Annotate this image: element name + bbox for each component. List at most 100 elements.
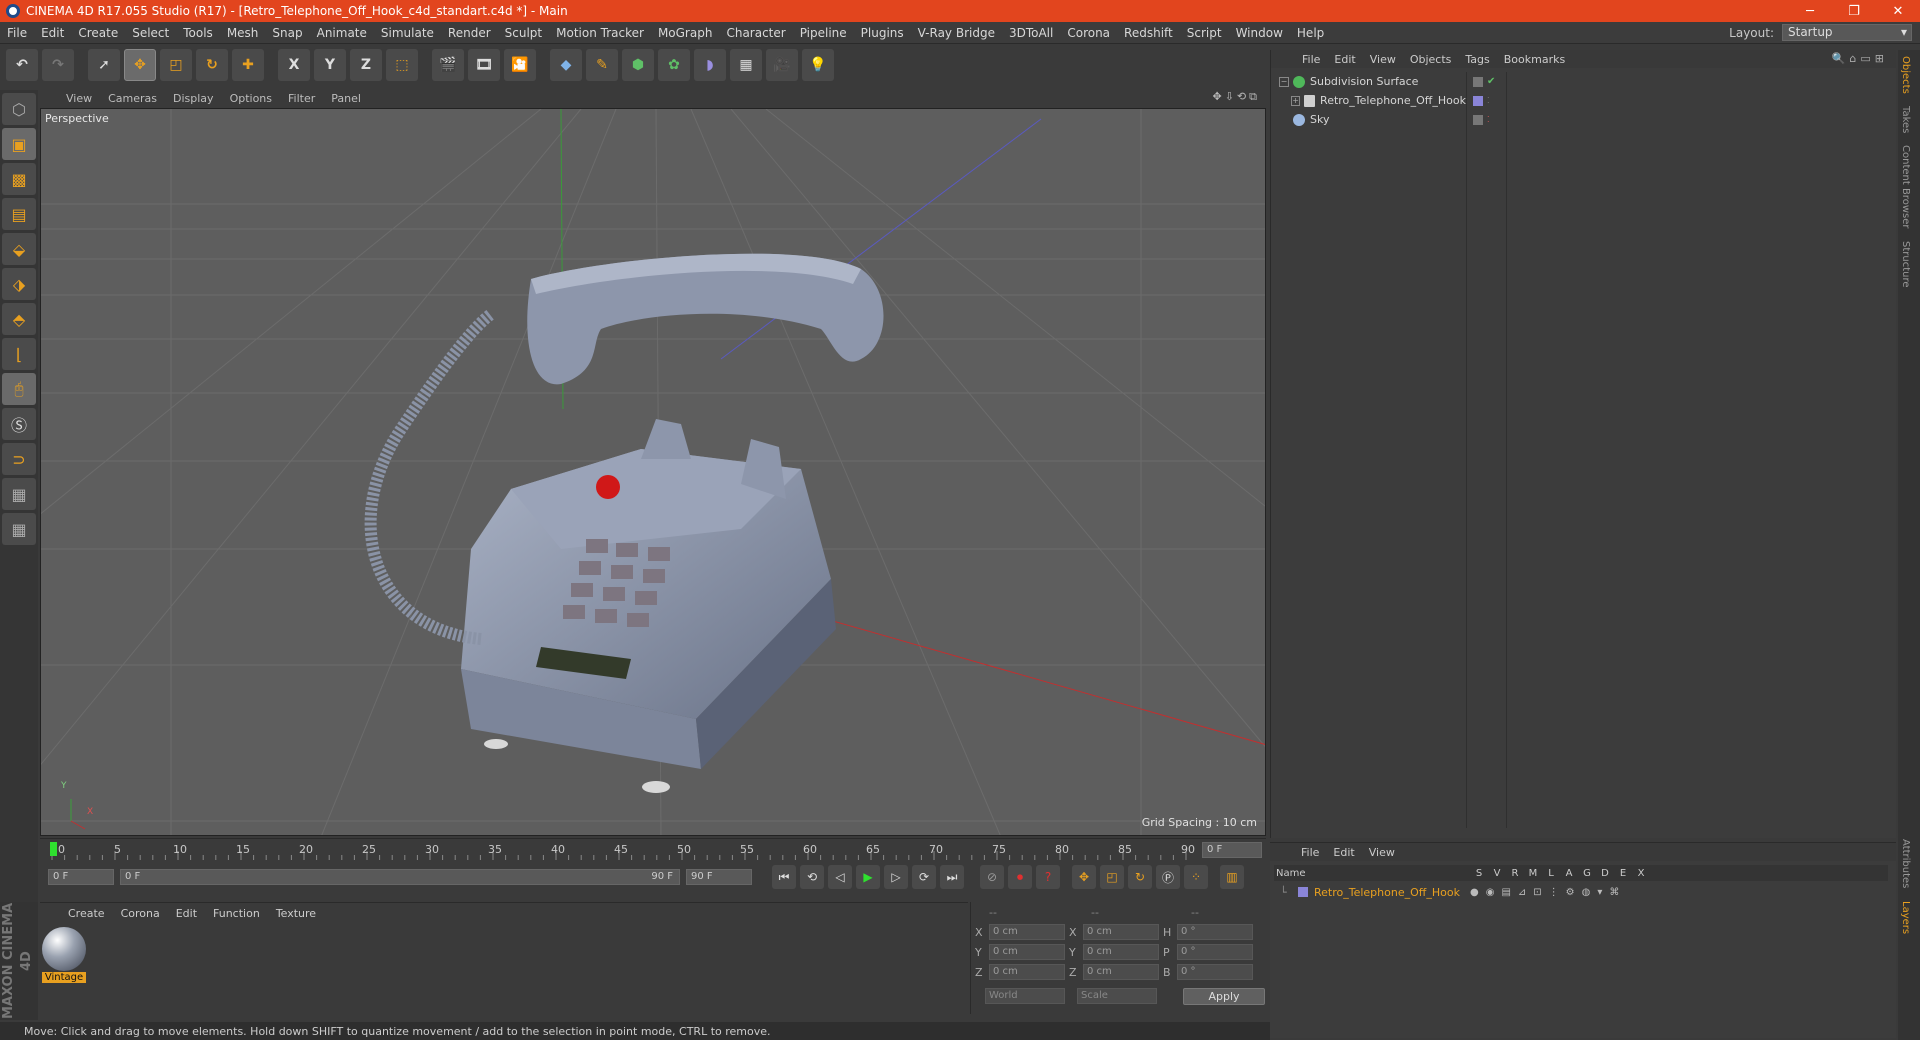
object-row-subdivision-surface[interactable]: − Subdivision Surface [1271,72,1466,91]
y-axis-lock-button[interactable]: Y [314,49,346,81]
rotation-p-field[interactable]: 0 ° [1177,944,1253,960]
move-tool-button[interactable]: ✥ [124,49,156,81]
add-cloner-button[interactable]: ✿ [658,49,690,81]
viewport-navigation-icons[interactable]: ✥⇩⟲⧉ [1212,90,1260,104]
go-to-start-button[interactable]: ⏮ [772,865,796,889]
current-frame-field[interactable]: 0 F [1202,842,1262,858]
menu-vray-bridge[interactable]: V-Ray Bridge [911,26,1002,40]
layer-col-view[interactable]: V [1488,868,1506,879]
tweak-mode-button[interactable]: 🖰 [2,373,36,405]
menu-animate[interactable]: Animate [310,26,374,40]
make-editable-button[interactable]: ⬡ [2,93,36,125]
rotation-b-field[interactable]: 0 ° [1177,964,1253,980]
material-swatch-vintage[interactable]: Vintage [42,927,86,987]
key-pla-button[interactable]: ⁘ [1184,865,1208,889]
rotation-h-field[interactable]: 0 ° [1177,924,1253,940]
next-key-button[interactable]: ⟳ [912,865,936,889]
layer-col-solo[interactable]: S [1470,868,1488,879]
menu-plugins[interactable]: Plugins [854,26,911,40]
layer-row[interactable]: └ Retro_Telephone_Off_Hook ●◉▤⊿⊡⋮⚙◍▾⌘ [1274,883,1888,901]
enabled-check-icon[interactable]: ✔ [1487,76,1495,87]
planar-workplane-button[interactable]: ▦ [2,513,36,545]
edges-mode-button[interactable]: ⬗ [2,268,36,300]
apply-button[interactable]: Apply [1183,987,1265,1005]
om-menu-objects[interactable]: Objects [1403,53,1459,66]
menu-pipeline[interactable]: Pipeline [793,26,854,40]
menu-tools[interactable]: Tools [176,26,220,40]
object-row-sky[interactable]: Sky [1271,110,1466,129]
om-menu-file[interactable]: File [1295,53,1327,66]
viewport-menu-cameras[interactable]: Cameras [100,92,165,105]
restore-button[interactable]: ❐ [1832,0,1876,22]
render-view-button[interactable]: 🎬 [432,49,464,81]
add-deformer-button[interactable]: ◗ [694,49,726,81]
viewport-menu-options[interactable]: Options [222,92,280,105]
viewport-menu-panel[interactable]: Panel [323,92,369,105]
menu-mograph[interactable]: MoGraph [651,26,720,40]
live-selection-button[interactable]: ➚ [88,49,120,81]
add-floor-button[interactable]: ▦ [730,49,762,81]
scale-tool-button[interactable]: ◰ [160,49,192,81]
om-menu-view[interactable]: View [1363,53,1403,66]
points-mode-button[interactable]: ⬙ [2,233,36,265]
expand-icon[interactable]: + [1291,95,1301,106]
add-cube-button[interactable]: ◆ [550,49,582,81]
layer-toggle-icons[interactable]: ●◉▤⊿⊡⋮⚙◍▾⌘ [1470,887,1626,898]
solo-mode-button[interactable]: Ⓢ [2,408,36,440]
previous-key-button[interactable]: ⟲ [800,865,824,889]
key-parameter-button[interactable]: Ⓟ [1156,865,1180,889]
menu-redshift[interactable]: Redshift [1117,26,1180,40]
key-position-button[interactable]: ✥ [1072,865,1096,889]
keyframe-selection-button[interactable]: ? [1036,865,1060,889]
om-menu-edit[interactable]: Edit [1327,53,1362,66]
layer-color-swatch[interactable] [1298,887,1308,897]
polygons-mode-button[interactable]: ⬘ [2,303,36,335]
coordinate-system-button[interactable]: ⬚ [386,49,418,81]
redo-button[interactable]: ↷ [42,49,74,81]
layer-menu-edit[interactable]: Edit [1326,846,1361,859]
z-axis-lock-button[interactable]: Z [350,49,382,81]
layer-menu-view[interactable]: View [1362,846,1402,859]
key-rotation-button[interactable]: ↻ [1128,865,1152,889]
menu-create[interactable]: Create [71,26,125,40]
menu-render[interactable]: Render [441,26,498,40]
render-settings-button[interactable]: 🎦 [504,49,536,81]
mat-menu-create[interactable]: Create [60,907,113,920]
om-menu-bookmarks[interactable]: Bookmarks [1497,53,1572,66]
start-frame-field[interactable]: 0 F [48,869,114,885]
layer-menu-file[interactable]: File [1294,846,1326,859]
tab-structure[interactable]: Structure [1898,235,1913,294]
menu-corona[interactable]: Corona [1060,26,1117,40]
menu-help[interactable]: Help [1290,26,1331,40]
model-mode-button[interactable]: ▣ [2,128,36,160]
menu-script[interactable]: Script [1180,26,1229,40]
autokey-button[interactable]: ⏺ [1008,865,1032,889]
menu-character[interactable]: Character [719,26,792,40]
size-y-field[interactable]: 0 cm [1083,944,1159,960]
layer-col-animation[interactable]: A [1560,868,1578,879]
coordinate-space-select[interactable]: World [985,988,1065,1004]
menu-simulate[interactable]: Simulate [374,26,441,40]
menu-sculpt[interactable]: Sculpt [498,26,549,40]
previous-frame-button[interactable]: ◁ [828,865,852,889]
frame-range-slider[interactable]: 0 F 90 F [120,869,680,885]
position-y-field[interactable]: 0 cm [989,944,1065,960]
record-keys-button[interactable]: ⊘ [980,865,1004,889]
collapse-icon[interactable]: − [1279,76,1289,87]
mat-menu-edit[interactable]: Edit [168,907,205,920]
undo-button[interactable]: ↶ [6,49,38,81]
position-x-field[interactable]: 0 cm [989,924,1065,940]
add-subdivision-button[interactable]: ⬢ [622,49,654,81]
layer-col-manager[interactable]: M [1524,868,1542,879]
add-light-button[interactable]: 💡 [802,49,834,81]
x-axis-lock-button[interactable]: X [278,49,310,81]
dots-icon[interactable]: ⁚ [1487,96,1490,105]
timeline-window-button[interactable]: ▥ [1220,865,1244,889]
size-z-field[interactable]: 0 cm [1083,964,1159,980]
menu-mesh[interactable]: Mesh [220,26,266,40]
render-picture-viewer-button[interactable]: 🎞 [468,49,500,81]
visibility-toggle[interactable] [1473,76,1483,87]
key-scale-button[interactable]: ◰ [1100,865,1124,889]
tab-content-browser[interactable]: Content Browser [1898,139,1913,234]
play-button[interactable]: ▶ [856,865,880,889]
